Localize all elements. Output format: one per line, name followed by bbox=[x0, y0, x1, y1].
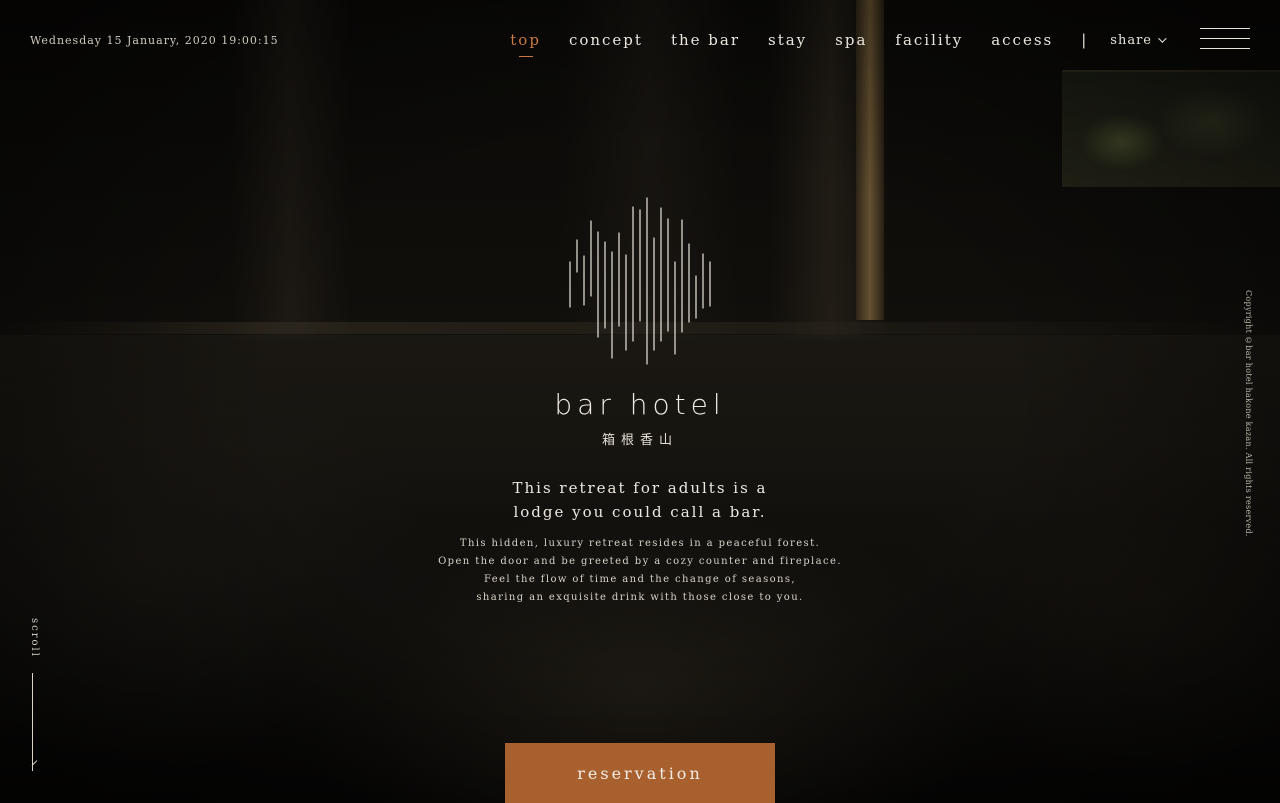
menu-line bbox=[1200, 48, 1250, 49]
scroll-label: scroll bbox=[29, 618, 40, 658]
share-dropdown[interactable]: share bbox=[1110, 32, 1167, 48]
main-nav: top concept the bar stay spa facility ac… bbox=[510, 31, 1167, 57]
scroll-indicator[interactable]: scroll bbox=[27, 618, 41, 778]
description-line: sharing an exquisite drink with those cl… bbox=[476, 592, 804, 603]
scroll-line bbox=[32, 673, 33, 771]
reservation-label: reservation bbox=[577, 763, 703, 783]
hamburger-menu-icon[interactable] bbox=[1200, 28, 1250, 50]
nav-item-concept[interactable]: concept bbox=[569, 31, 643, 49]
logo-mark-icon bbox=[569, 197, 711, 365]
nav-item-the-bar[interactable]: the bar bbox=[671, 31, 740, 49]
description-line: Feel the flow of time and the change of … bbox=[483, 574, 796, 585]
nav-item-top[interactable]: top bbox=[510, 31, 541, 57]
description-line: Open the door and be greeted by a cozy c… bbox=[438, 556, 842, 567]
nav-item-access[interactable]: access bbox=[991, 31, 1053, 49]
brand-japanese-name: 箱根香山 bbox=[601, 433, 678, 448]
tagline: This retreat for adults is a lodge you c… bbox=[440, 476, 840, 524]
brand-name: bar hotel bbox=[554, 388, 726, 421]
current-datetime: Wednesday 15 January, 2020 19:00:15 bbox=[30, 34, 279, 47]
description-line: This hidden, luxury retreat resides in a… bbox=[459, 538, 821, 549]
menu-line bbox=[1200, 38, 1250, 39]
menu-line bbox=[1200, 28, 1250, 29]
reservation-button[interactable]: reservation bbox=[505, 743, 775, 803]
nav-separator: | bbox=[1081, 31, 1089, 49]
nav-item-spa[interactable]: spa bbox=[835, 31, 867, 49]
nav-item-stay[interactable]: stay bbox=[768, 31, 807, 49]
nav-item-facility[interactable]: facility bbox=[895, 31, 963, 49]
description: This hidden, luxury retreat resides in a… bbox=[390, 535, 890, 607]
share-label: share bbox=[1110, 32, 1152, 48]
tagline-line: lodge you could call a bar. bbox=[513, 503, 767, 521]
tagline-line: This retreat for adults is a bbox=[512, 479, 768, 497]
copyright-text: Copyright ©bar hotel hakone kazan. All r… bbox=[1244, 290, 1253, 537]
